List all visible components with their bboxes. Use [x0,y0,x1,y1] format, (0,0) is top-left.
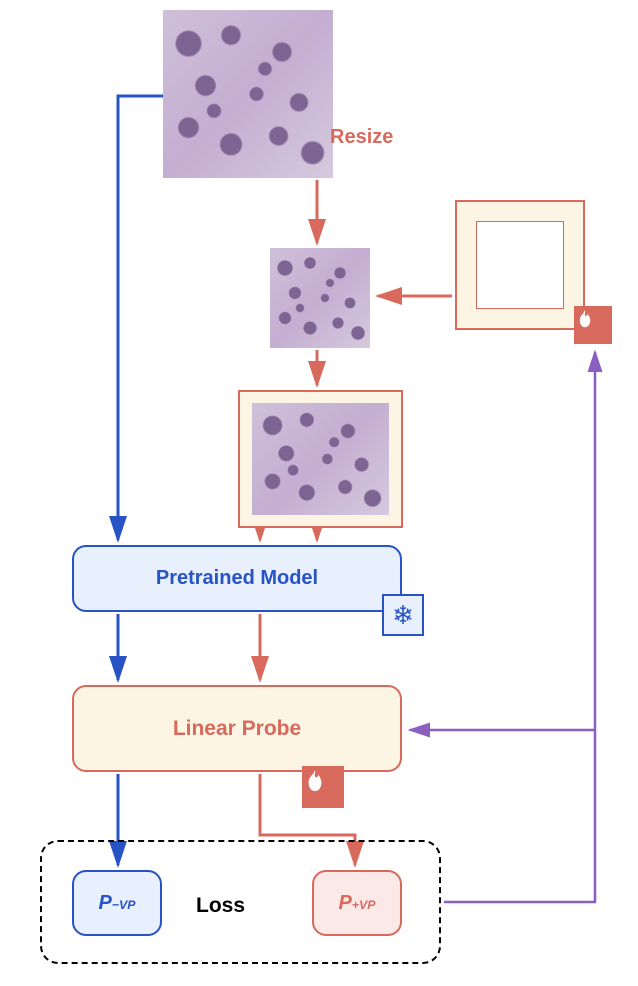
p-plus-sub: +VP [352,898,376,912]
p-minus-vp-box: P−VP [72,870,162,936]
input-image [163,10,333,178]
linear-probe-label: Linear Probe [173,717,301,741]
visual-prompt-frame [455,200,585,330]
fire-icon [574,306,612,344]
p-plus-vp-box: P+VP [312,870,402,936]
prompted-image [252,403,389,515]
loss-label: Loss [196,894,245,918]
edge-backprop-to-promptframe [444,352,595,902]
resize-label: Resize [330,126,393,149]
pretrained-model-label: Pretrained Model [156,567,318,590]
p-minus-base: P [98,892,111,915]
linear-probe-box: Linear Probe [72,685,402,772]
p-plus-base: P [338,892,351,915]
edge-input-to-pretrained [118,96,163,540]
snowflake-icon: ❄ [382,594,424,636]
p-minus-sub: −VP [112,898,136,912]
fire-icon [302,766,344,808]
pretrained-model-box: Pretrained Model [72,545,402,612]
resized-image [270,248,370,348]
